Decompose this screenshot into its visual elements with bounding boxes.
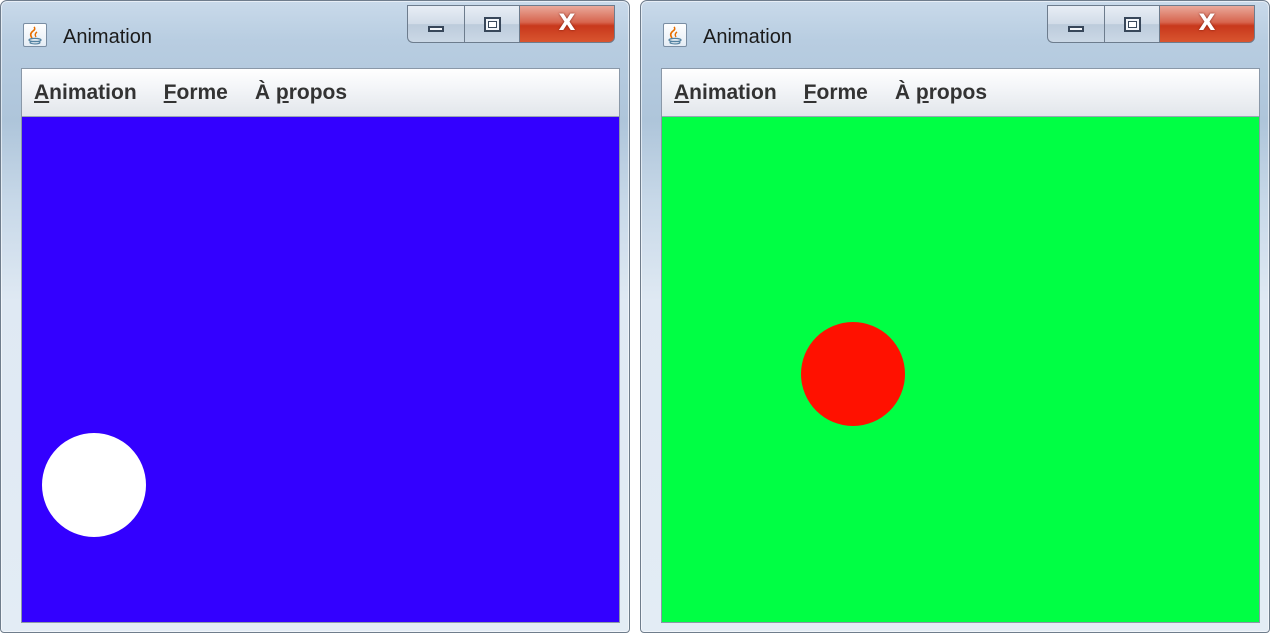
java-icon[interactable]	[23, 23, 47, 47]
close-icon: X	[558, 11, 576, 36]
maximize-button[interactable]	[1104, 5, 1159, 43]
client-area: Animation Forme À propos	[661, 68, 1260, 623]
title-bar[interactable]: Animation X	[1, 1, 629, 67]
maximize-icon	[483, 16, 501, 32]
close-icon: X	[1198, 11, 1216, 36]
menu-forme[interactable]: Forme	[164, 81, 228, 105]
menu-mnemonic: F	[163, 80, 177, 104]
animated-ball	[801, 322, 905, 426]
menu-mnemonic: A	[34, 80, 50, 104]
menu-label: nimation	[689, 80, 777, 104]
caption-buttons: X	[407, 5, 615, 43]
menu-mnemonic: p	[275, 80, 289, 104]
menu-label: ropos	[288, 80, 348, 104]
animation-window-right[interactable]: Animation X Animation Forme À propos	[640, 0, 1270, 633]
window-title: Animation	[63, 26, 152, 48]
menu-label-prefix: À	[894, 80, 916, 104]
minimize-button[interactable]	[407, 5, 464, 43]
menu-label: ropos	[928, 80, 988, 104]
minimize-button[interactable]	[1047, 5, 1104, 43]
menu-mnemonic: A	[674, 80, 690, 104]
minimize-icon	[1068, 26, 1084, 32]
maximize-icon	[1123, 16, 1141, 32]
menu-animation[interactable]: Animation	[34, 81, 137, 105]
menu-label: nimation	[49, 80, 137, 104]
caption-buttons: X	[1047, 5, 1255, 43]
menu-animation[interactable]: Animation	[674, 81, 777, 105]
close-button[interactable]: X	[519, 5, 615, 43]
close-button[interactable]: X	[1159, 5, 1255, 43]
menu-label: orme	[176, 80, 228, 104]
animated-ball	[42, 433, 146, 537]
java-icon[interactable]	[663, 23, 687, 47]
menu-a-propos[interactable]: À propos	[255, 81, 347, 105]
menu-bar: Animation Forme À propos	[22, 69, 619, 117]
title-bar[interactable]: Animation X	[641, 1, 1269, 67]
maximize-button[interactable]	[464, 5, 519, 43]
window-title: Animation	[703, 26, 792, 48]
minimize-icon	[428, 26, 444, 32]
menu-mnemonic: F	[803, 80, 817, 104]
animation-canvas	[22, 117, 619, 622]
menu-mnemonic: p	[915, 80, 929, 104]
menu-a-propos[interactable]: À propos	[895, 81, 987, 105]
animation-canvas	[662, 117, 1259, 622]
menu-bar: Animation Forme À propos	[662, 69, 1259, 117]
menu-label: orme	[816, 80, 868, 104]
menu-label-prefix: À	[254, 80, 276, 104]
animation-window-left[interactable]: Animation X Animation Forme À propos	[0, 0, 630, 633]
client-area: Animation Forme À propos	[21, 68, 620, 623]
menu-forme[interactable]: Forme	[804, 81, 868, 105]
